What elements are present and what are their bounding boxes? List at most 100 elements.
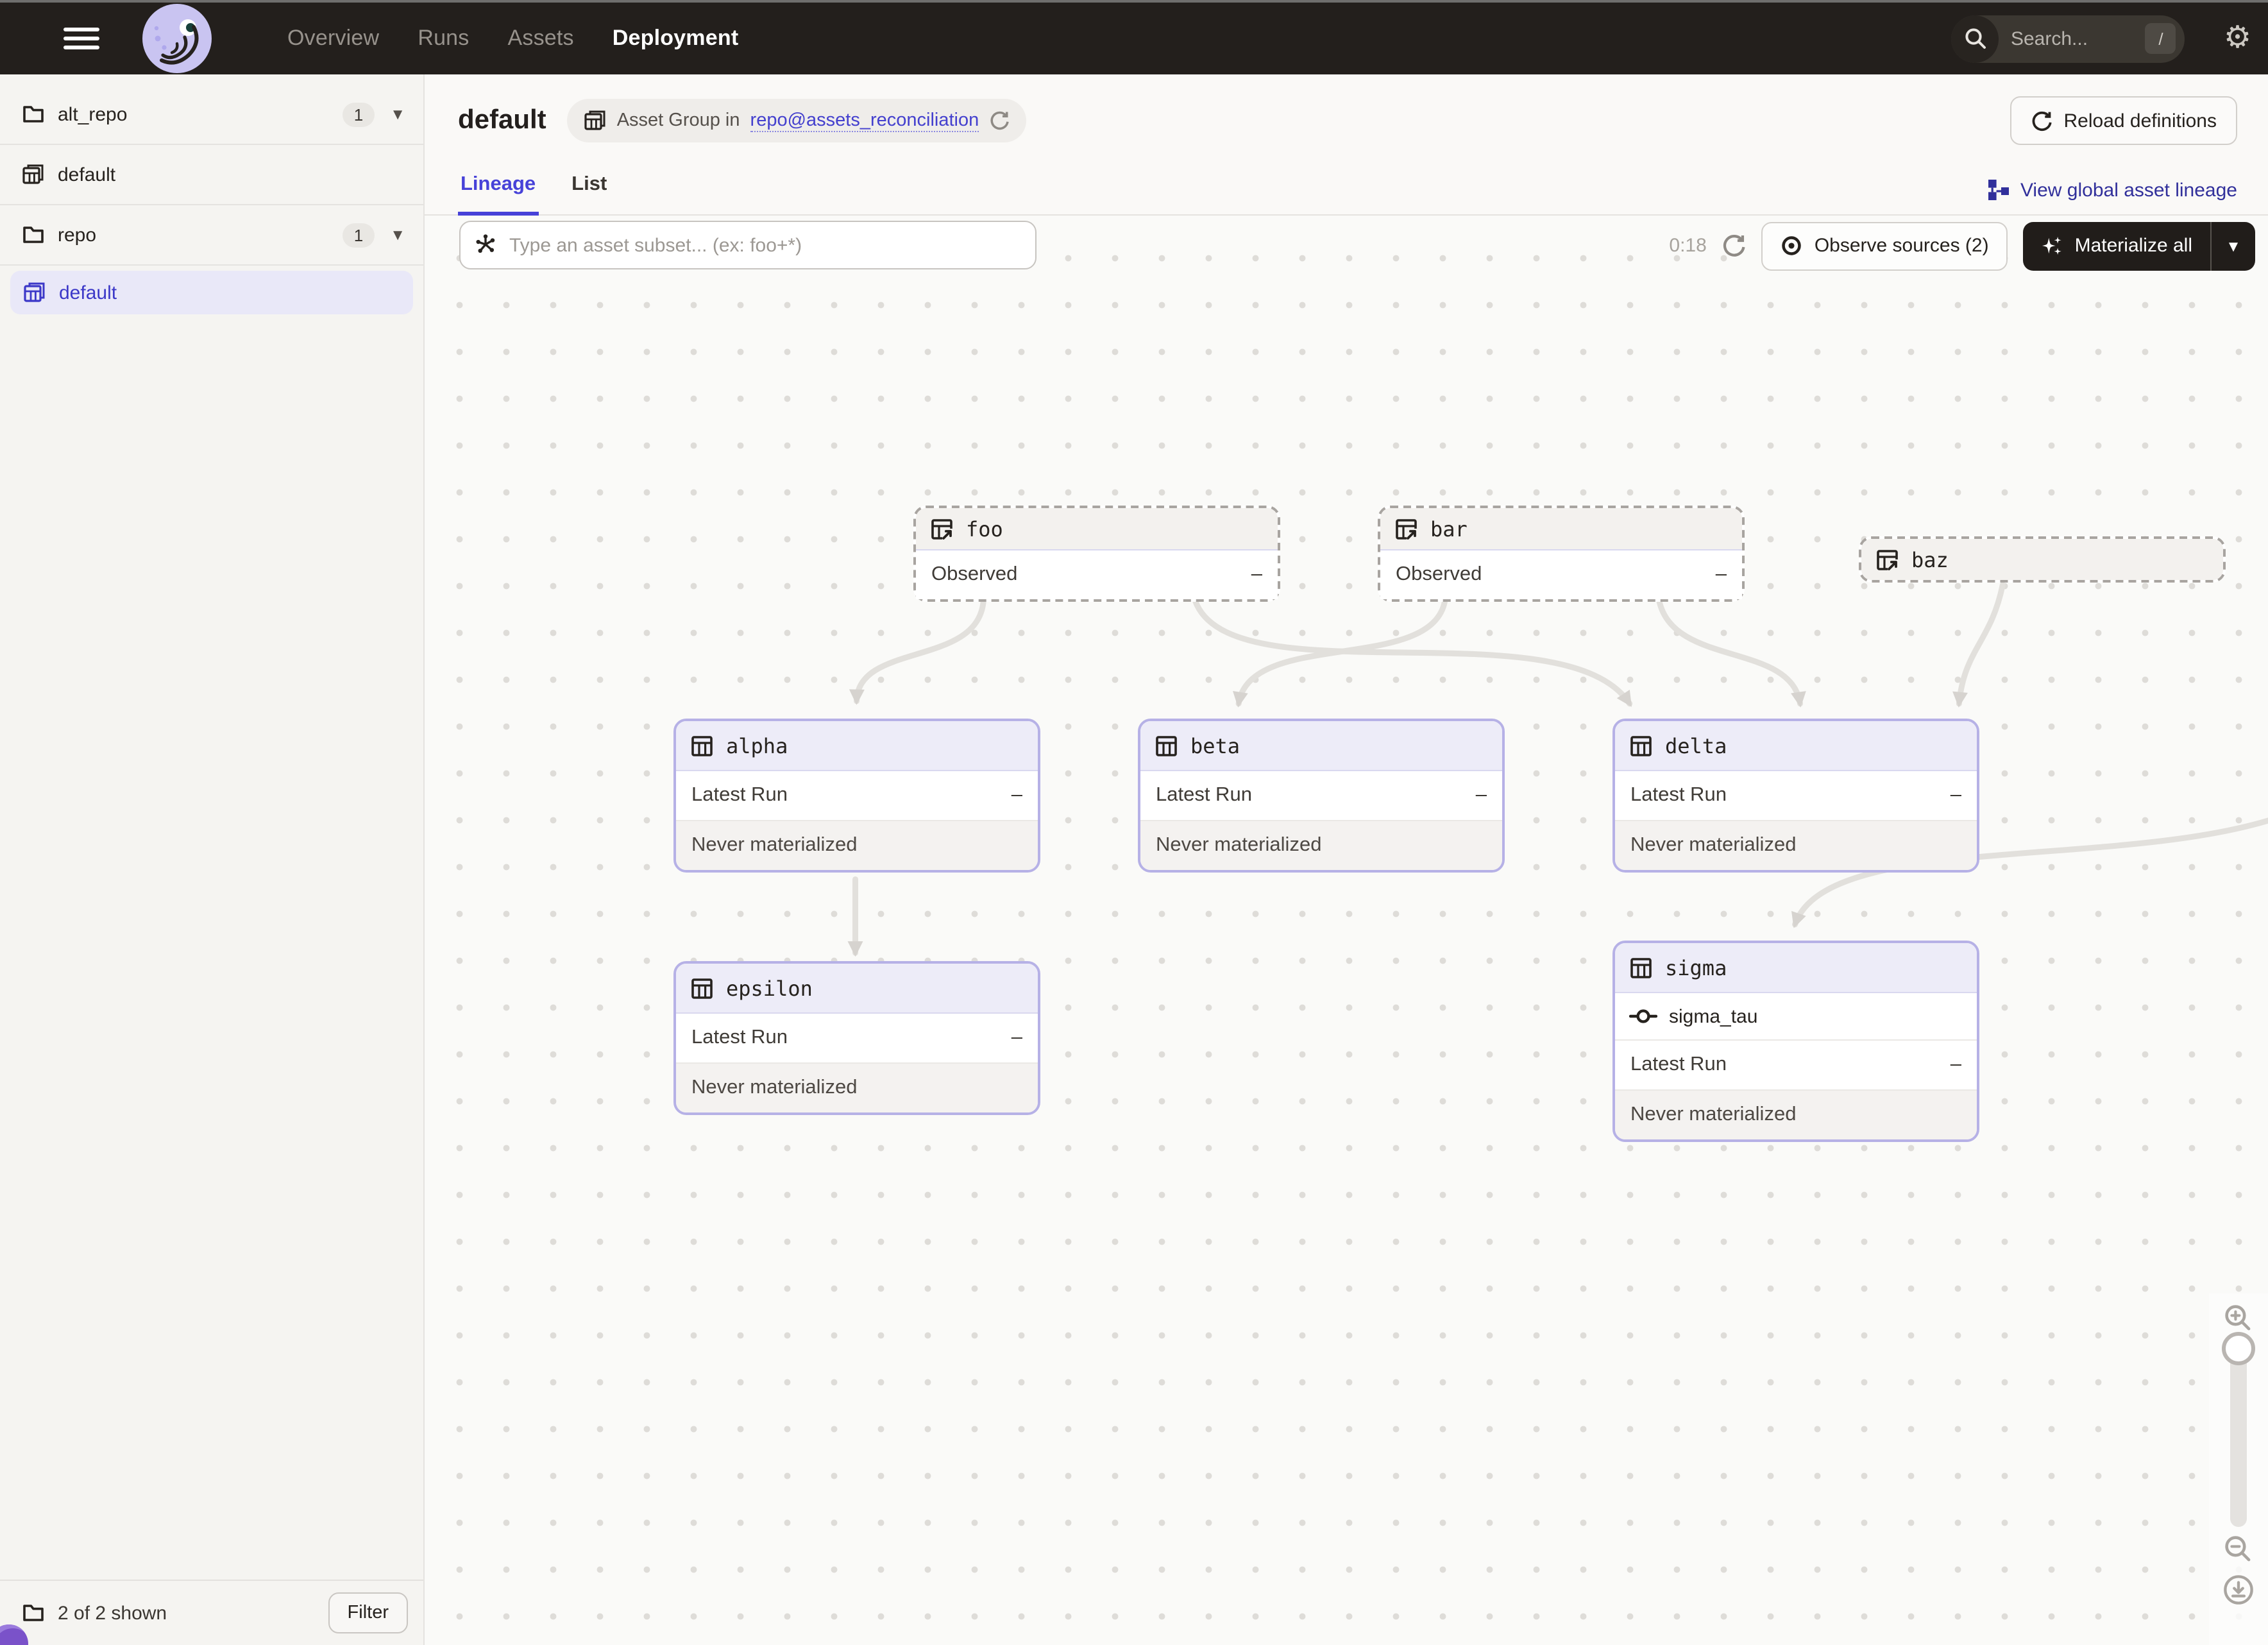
asset-node-baz[interactable]: baz xyxy=(1859,536,2226,583)
asset-check-label: sigma_tau xyxy=(1669,1005,1757,1027)
asset-check-row[interactable]: sigma_tau xyxy=(1615,993,1977,1041)
asset-stat-row: Observed– xyxy=(916,550,1278,599)
graph-toolbar-left xyxy=(459,221,1037,269)
asset-node-alpha[interactable]: alphaLatest Run–Never materialized xyxy=(673,719,1040,873)
stat-label: Latest Run xyxy=(1156,784,1252,807)
asset-table-icon xyxy=(690,976,715,1000)
hamburger-menu-icon[interactable] xyxy=(60,24,103,53)
shown-count-label: 2 of 2 shown xyxy=(58,1602,167,1624)
search-placeholder: Search... xyxy=(2011,28,2145,49)
main-nav: Overview Runs Assets Deployment xyxy=(287,26,738,51)
stat-value: – xyxy=(1951,1053,1961,1077)
asset-node-beta[interactable]: betaLatest Run–Never materialized xyxy=(1138,719,1505,873)
nav-item-overview[interactable]: Overview xyxy=(287,26,379,51)
caret-down-icon[interactable]: ▼ xyxy=(390,226,405,244)
materialization-status: Never materialized xyxy=(1615,820,1977,870)
stat-label: Observed xyxy=(931,563,1017,586)
asset-table-icon xyxy=(1629,955,1654,980)
asset-name: alpha xyxy=(726,733,788,758)
zoom-slider-track[interactable] xyxy=(2230,1349,2247,1527)
lineage-edge-foo-to-delta xyxy=(1195,601,1630,704)
zoom-controls xyxy=(2209,1293,2268,1645)
asset-name: sigma xyxy=(1665,955,1727,980)
asset-node-header: foo xyxy=(916,508,1278,550)
settings-gear-icon[interactable]: ⚙ xyxy=(2224,23,2251,54)
asset-node-foo[interactable]: foo Observed– xyxy=(913,506,1280,602)
stat-label: Latest Run xyxy=(691,1027,788,1050)
asset-group-icon xyxy=(22,163,45,186)
view-global-asset-lineage-label: View global asset lineage xyxy=(2020,179,2237,201)
open-repo-icon[interactable] xyxy=(989,110,1010,131)
asset-node-delta[interactable]: deltaLatest Run–Never materialized xyxy=(1612,719,1979,873)
sidebar-item-repo[interactable]: repo1▼ xyxy=(0,205,423,266)
asset-node-header: beta xyxy=(1140,721,1502,771)
nav-item-runs[interactable]: Runs xyxy=(418,26,469,51)
materialize-all-button[interactable]: Materialize all xyxy=(2024,221,2210,270)
stat-value: – xyxy=(1951,784,1961,807)
repo-link[interactable]: repo@assets_reconciliation xyxy=(750,110,979,132)
sidebar-item-alt_repo[interactable]: alt_repo1▼ xyxy=(0,85,423,145)
asset-table-icon xyxy=(1629,733,1654,758)
source-asset-icon xyxy=(1394,516,1419,541)
tab-list[interactable]: List xyxy=(569,163,609,216)
asset-stat-row: Latest Run– xyxy=(1140,771,1502,820)
lineage-edge-bar-to-delta xyxy=(1659,601,1800,704)
reload-icon xyxy=(2031,110,2052,132)
tab-lineage[interactable]: Lineage xyxy=(458,163,538,216)
materialize-options-button[interactable]: ▼ xyxy=(2210,221,2255,270)
caret-down-icon[interactable]: ▼ xyxy=(390,105,405,123)
lineage-graph[interactable]: fooObserved–barObserved–bazalphaLatest R… xyxy=(425,216,2268,1645)
asset-stat-row: Latest Run– xyxy=(676,771,1038,820)
asset-subset-input[interactable] xyxy=(459,221,1037,269)
reload-definitions-button[interactable]: Reload definitions xyxy=(2010,96,2238,145)
download-graph-icon[interactable] xyxy=(2223,1574,2254,1605)
main-content: default Asset Group in repo@assets_recon… xyxy=(425,74,2268,1645)
materialization-status: Never materialized xyxy=(1140,820,1502,870)
asset-node-header: bar xyxy=(1380,508,1742,550)
asset-node-header: alpha xyxy=(676,721,1038,771)
page-header: default Asset Group in repo@assets_recon… xyxy=(425,74,2268,145)
asset-node-header: epsilon xyxy=(676,964,1038,1014)
asset-stat-row: Latest Run – xyxy=(676,1014,1038,1062)
materialization-status: Never materialized xyxy=(676,1062,1038,1112)
topbar: Overview Runs Assets Deployment Search... /… xyxy=(0,0,2268,74)
asset-node-epsilon[interactable]: epsilon Latest Run – Never materialized xyxy=(673,961,1040,1115)
count-badge: 1 xyxy=(343,102,375,126)
sidebar-item-label: repo xyxy=(58,224,330,246)
asset-name: foo xyxy=(966,516,1003,541)
sidebar-item-default[interactable]: default xyxy=(0,145,423,205)
sidebar-list: alt_repo1▼defaultrepo1▼default xyxy=(0,74,423,314)
zoom-slider-handle[interactable] xyxy=(2222,1332,2255,1365)
materialize-all-label: Materialize all xyxy=(2075,235,2192,257)
zoom-in-icon[interactable] xyxy=(2224,1304,2253,1333)
lineage-edge-baz-to-delta xyxy=(1959,585,2002,704)
zoom-out-icon[interactable] xyxy=(2224,1535,2253,1564)
dagster-logo-icon[interactable] xyxy=(141,3,213,74)
asset-stat-row: Latest Run– xyxy=(1615,1041,1977,1089)
asset-table-icon xyxy=(690,733,715,758)
observe-sources-button[interactable]: Observe sources (2) xyxy=(1762,221,2008,270)
refresh-icon[interactable] xyxy=(1722,234,1747,258)
lineage-edges xyxy=(425,216,2268,1645)
view-global-asset-lineage-link[interactable]: View global asset lineage xyxy=(1987,178,2237,214)
materialization-status: Never materialized xyxy=(1615,1089,1977,1139)
lineage-edge-foo-to-alpha xyxy=(857,601,984,701)
stat-value: – xyxy=(1011,1027,1022,1050)
refresh-timer: 0:18 xyxy=(1669,235,1706,257)
graph-toolbar-right: 0:18 Observe sources (2) xyxy=(1669,221,2255,271)
asset-name: baz xyxy=(1911,547,1949,572)
tabs-row: Lineage List View global asset lineage xyxy=(425,163,2268,216)
asset-group-icon xyxy=(584,109,607,132)
nav-item-deployment[interactable]: Deployment xyxy=(613,26,739,51)
search-icon xyxy=(1952,15,1999,62)
nav-item-assets[interactable]: Assets xyxy=(508,26,574,51)
sidebar: alt_repo1▼defaultrepo1▼default 2 of 2 sh… xyxy=(0,74,425,1645)
asset-node-sigma[interactable]: sigma sigma_tau Latest Run–Never materiali… xyxy=(1612,941,1979,1142)
asset-node-bar[interactable]: barObserved– xyxy=(1378,506,1745,602)
search-input[interactable]: Search... / xyxy=(1952,15,2185,62)
lineage-graph-icon xyxy=(1987,178,2010,201)
filter-button[interactable]: Filter xyxy=(328,1592,408,1633)
asset-node-header: sigma xyxy=(1615,943,1977,993)
sidebar-item-default-selected[interactable]: default xyxy=(10,271,413,314)
asset-node-header: baz xyxy=(1861,539,2223,580)
